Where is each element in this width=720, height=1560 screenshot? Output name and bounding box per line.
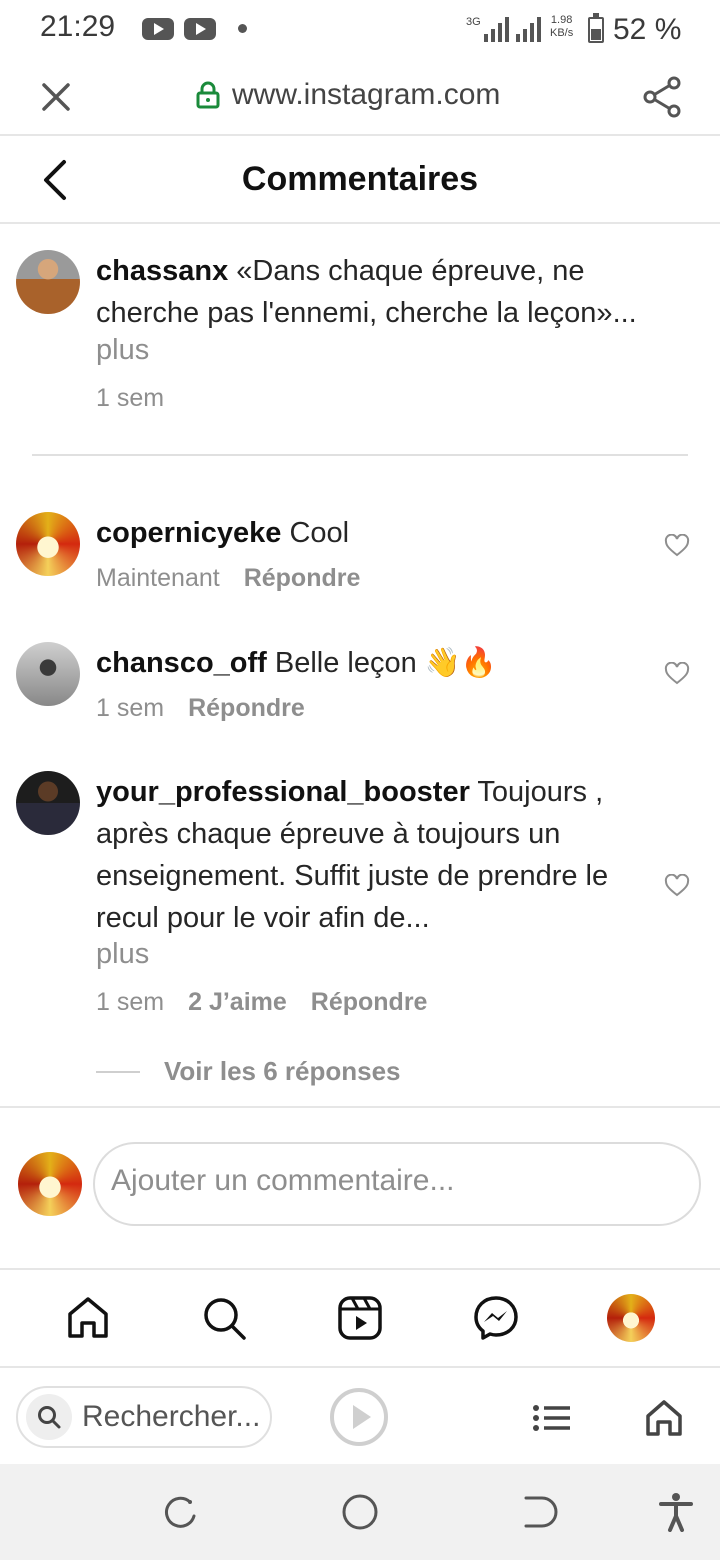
url-text: www.instagram.com: [232, 78, 501, 111]
battery-percent: 52 %: [613, 13, 682, 46]
address-bar[interactable]: www.instagram.com: [196, 78, 500, 112]
divider: [32, 454, 688, 456]
comment-meta: 1 sem 2 J’aime Répondre: [96, 988, 427, 1017]
avatar[interactable]: [16, 771, 80, 835]
more-notifications-icon: [238, 24, 247, 33]
browser-search-field[interactable]: Rechercher...: [16, 1386, 272, 1448]
avatar[interactable]: [16, 642, 80, 706]
menu-list-icon[interactable]: [532, 1402, 572, 1434]
more-link[interactable]: plus: [96, 334, 149, 367]
home-button-icon[interactable]: [340, 1492, 380, 1532]
username[interactable]: chansco_off: [96, 647, 267, 679]
messenger-icon[interactable]: [472, 1294, 520, 1342]
back-button-icon[interactable]: [518, 1492, 558, 1532]
avatar: [18, 1152, 82, 1216]
comments-header: Commentaires: [0, 136, 720, 224]
search-icon[interactable]: [200, 1294, 248, 1342]
timestamp: 1 sem: [96, 384, 165, 412]
more-link[interactable]: plus: [96, 938, 149, 971]
heart-icon[interactable]: [664, 874, 690, 898]
avatar[interactable]: [16, 250, 80, 314]
divider: [0, 1106, 720, 1108]
signal-icon: [484, 16, 509, 42]
status-bar: 21:29 3G 1.98 KB/s 52 %: [0, 0, 720, 60]
status-time: 21:29: [40, 10, 116, 43]
username[interactable]: copernicyeke: [96, 517, 281, 549]
heart-icon[interactable]: [664, 534, 690, 558]
instagram-nav-bar: [0, 1270, 720, 1366]
network-type: 3G: [466, 16, 481, 28]
share-icon[interactable]: [640, 74, 686, 120]
timestamp: 1 sem: [96, 988, 165, 1016]
timestamp: 1 sem: [96, 694, 165, 722]
comment-body: Cool: [289, 517, 350, 549]
lock-icon: [196, 81, 220, 109]
search-icon: [26, 1394, 72, 1440]
view-replies-label: Voir les 6 réponses: [164, 1056, 401, 1086]
caption-text: chassanx «Dans chaque épreuve, ne cherch…: [96, 250, 656, 334]
signal-icon: [516, 16, 541, 42]
replies-line: [96, 1070, 140, 1073]
reply-button[interactable]: Répondre: [311, 988, 428, 1017]
comment-text: copernicyeke Cool: [96, 512, 656, 554]
comment-body: Belle leçon 👋🔥: [274, 647, 498, 679]
data-speed: 1.98 KB/s: [550, 14, 574, 39]
comment-text: chansco_off Belle leçon 👋🔥: [96, 642, 656, 684]
reels-icon[interactable]: [336, 1294, 384, 1342]
browser-home-icon[interactable]: [644, 1398, 684, 1438]
close-icon[interactable]: [36, 77, 76, 117]
reply-button[interactable]: Répondre: [188, 694, 305, 723]
profile-avatar[interactable]: [607, 1294, 655, 1342]
system-navigation-bar: [0, 1464, 720, 1560]
home-icon[interactable]: [64, 1294, 112, 1342]
play-icon[interactable]: [330, 1388, 388, 1446]
comment-meta: Maintenant Répondre: [96, 564, 360, 593]
youtube-notification-icon: [142, 18, 174, 40]
timestamp: Maintenant: [96, 564, 220, 592]
reply-button[interactable]: Répondre: [244, 564, 361, 593]
view-replies-button[interactable]: Voir les 6 réponses: [96, 1056, 401, 1087]
recent-apps-icon[interactable]: [160, 1492, 200, 1532]
browser-bottom-bar: Rechercher...: [0, 1366, 720, 1464]
battery-icon: [588, 13, 604, 43]
accessibility-icon[interactable]: [656, 1492, 696, 1532]
browser-toolbar: www.instagram.com: [0, 60, 720, 136]
comment-text: your_professional_booster Toujours , apr…: [96, 771, 656, 939]
youtube-notification-icon: [184, 18, 216, 40]
avatar[interactable]: [16, 512, 80, 576]
comment-meta: 1 sem Répondre: [96, 694, 305, 723]
comment-input[interactable]: Ajouter un commentaire...: [93, 1142, 701, 1226]
username[interactable]: chassanx: [96, 255, 228, 287]
likes-count[interactable]: 2 J’aime: [188, 988, 287, 1017]
caption-meta: 1 sem: [96, 384, 164, 413]
page-title: Commentaires: [241, 160, 479, 198]
username[interactable]: your_professional_booster: [96, 776, 470, 808]
heart-icon[interactable]: [664, 662, 690, 686]
search-placeholder: Rechercher...: [82, 1400, 261, 1433]
